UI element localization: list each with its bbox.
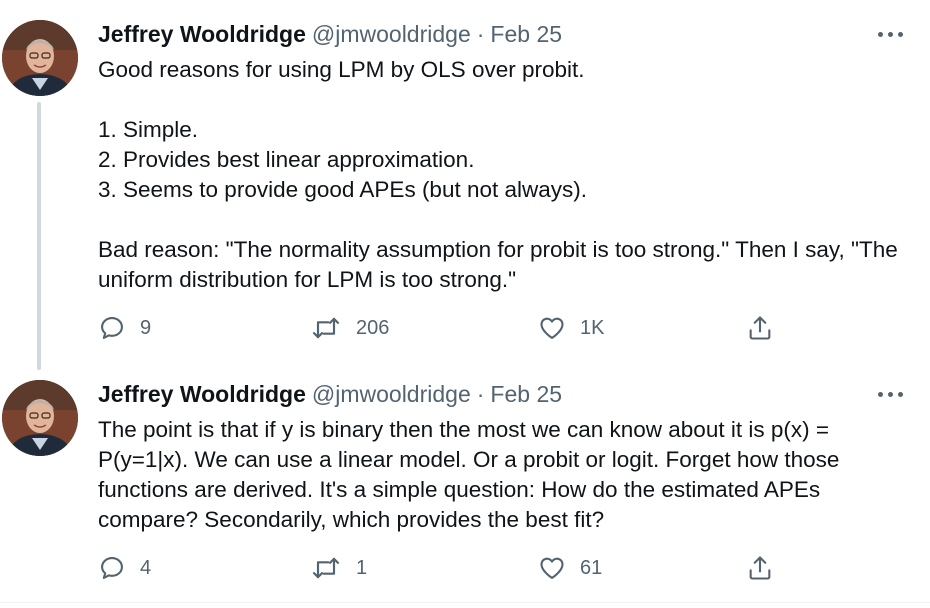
author-handle[interactable]: @jmwooldridge — [312, 381, 471, 407]
retweet-icon — [312, 317, 340, 339]
tweet-date[interactable]: Feb 25 — [490, 381, 562, 407]
author-name[interactable]: Jeffrey Wooldridge — [98, 21, 306, 47]
tweet-header: Jeffrey Wooldridge @jmwooldridge · Feb 25 — [98, 20, 562, 48]
divider — [0, 602, 930, 603]
share-button[interactable] — [746, 310, 774, 346]
tweet-text: Good reasons for using LPM by OLS over p… — [98, 57, 898, 292]
share-icon — [749, 556, 771, 580]
like-count: 61 — [580, 556, 603, 579]
retweet-count: 1 — [356, 556, 368, 579]
reply-button[interactable]: 9 — [98, 310, 151, 346]
tweet-date[interactable]: Feb 25 — [490, 21, 562, 47]
author-name[interactable]: Jeffrey Wooldridge — [98, 381, 306, 407]
avatar[interactable] — [2, 380, 78, 456]
thread-line — [37, 102, 41, 370]
share-icon — [749, 316, 771, 340]
retweet-icon — [312, 557, 340, 579]
retweet-button[interactable]: 1 — [310, 550, 367, 586]
tweet[interactable]: Jeffrey Wooldridge @jmwooldridge · Feb 25 T… — [0, 360, 930, 604]
avatar-image — [2, 380, 78, 456]
more-icon[interactable] — [874, 382, 908, 406]
author-handle[interactable]: @jmwooldridge — [312, 21, 471, 47]
retweet-count: 206 — [356, 316, 390, 339]
tweet-header: Jeffrey Wooldridge @jmwooldridge · Feb 25 — [98, 380, 562, 408]
reply-count: 9 — [140, 316, 152, 339]
separator: · — [476, 21, 485, 47]
like-button[interactable]: 61 — [538, 550, 602, 586]
avatar-image — [2, 20, 78, 96]
more-icon[interactable] — [874, 22, 908, 46]
tweet-actions: 4 1 61 — [98, 550, 888, 586]
tweet-text: The point is that if y is binary then th… — [98, 417, 840, 532]
separator: · — [476, 381, 485, 407]
tweet-actions: 9 206 1K — [98, 310, 888, 346]
like-count: 1K — [580, 316, 605, 339]
reply-button[interactable]: 4 — [98, 550, 151, 586]
share-button[interactable] — [746, 550, 774, 586]
reply-icon — [101, 317, 123, 339]
tweet[interactable]: Jeffrey Wooldridge @jmwooldridge · Feb 25 G… — [0, 0, 930, 370]
retweet-button[interactable]: 206 — [310, 310, 389, 346]
heart-icon — [540, 317, 564, 339]
reply-count: 4 — [140, 556, 152, 579]
like-button[interactable]: 1K — [538, 310, 604, 346]
reply-icon — [101, 557, 123, 579]
heart-icon — [540, 557, 564, 579]
avatar[interactable] — [2, 20, 78, 96]
